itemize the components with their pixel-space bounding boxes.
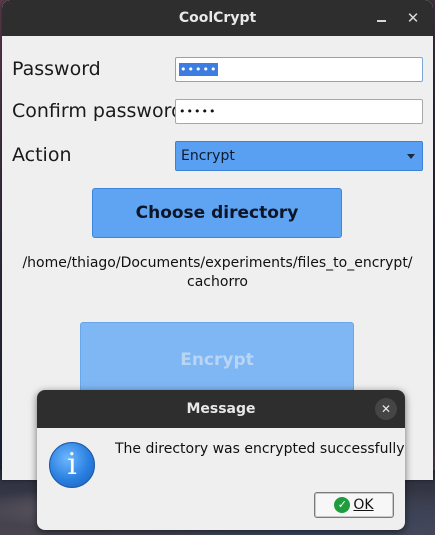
ok-button-label: OK [353, 497, 374, 513]
check-icon: ✓ [334, 497, 351, 513]
window-titlebar[interactable]: CoolCrypt ✕ [2, 0, 433, 36]
password-value: ••••• [179, 63, 219, 76]
choose-directory-button[interactable]: Choose directory [92, 188, 342, 238]
window-title: CoolCrypt [178, 10, 257, 26]
encrypt-button[interactable]: Encrypt [80, 322, 354, 398]
action-label: Action [12, 144, 72, 166]
dialog-title: Message [186, 401, 256, 417]
password-label: Password [12, 58, 101, 80]
info-icon: i [49, 442, 95, 488]
dialog-close-button[interactable]: ✕ [375, 398, 397, 420]
choose-directory-label: Choose directory [135, 203, 299, 223]
confirm-password-input[interactable]: ••••• [175, 99, 423, 124]
info-icon-glyph: i [67, 447, 77, 482]
encrypt-button-label: Encrypt [180, 350, 254, 370]
minimize-icon [376, 20, 386, 22]
confirm-password-row: Confirm password [12, 100, 183, 122]
selected-path-line-2: cachorro [187, 274, 248, 290]
ok-button[interactable]: ✓ OK [314, 492, 394, 518]
message-dialog: Message ✕ i The directory was encrypted … [37, 390, 405, 530]
selected-path-line-1: /home/thiago/Documents/experiments/files… [22, 255, 413, 271]
close-icon: ✕ [380, 402, 392, 416]
confirm-password-value: ••••• [179, 105, 217, 118]
confirm-password-label: Confirm password [12, 100, 184, 122]
close-button[interactable]: ✕ [403, 8, 423, 28]
minimize-button[interactable] [371, 8, 391, 28]
action-select[interactable]: Encrypt [175, 141, 423, 171]
selected-path: /home/thiago/Documents/experiments/files… [2, 254, 433, 292]
password-row: Password [12, 58, 101, 80]
chevron-down-icon [407, 154, 415, 159]
dialog-message: The directory was encrypted successfully [115, 441, 405, 457]
password-input[interactable]: ••••• [175, 57, 423, 82]
action-selected-value: Encrypt [181, 148, 235, 164]
dialog-titlebar[interactable]: Message ✕ [37, 390, 405, 428]
close-icon: ✕ [406, 9, 420, 27]
action-row: Action [12, 144, 72, 166]
